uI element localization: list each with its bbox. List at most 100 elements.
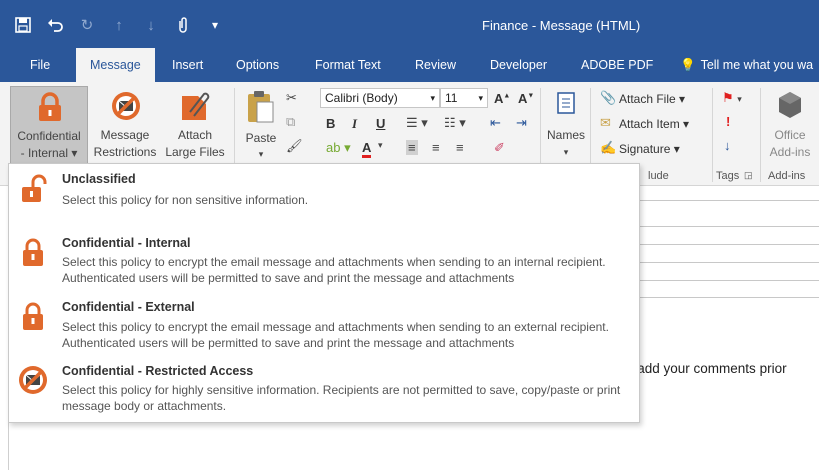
names-caret: ▾ [563,147,569,157]
quick-access-toolbar: ↻ ↑ ↓ ▾ [14,14,224,36]
tab-adobe-pdf[interactable]: ADOBE PDF [581,48,653,82]
header-field-line [640,226,819,227]
message-restrictions-button[interactable]: Message Restrictions [90,86,160,166]
align-center-icon[interactable]: ≡ [432,140,440,155]
bold-icon[interactable]: B [326,116,335,131]
policy-description: Select this policy to encrypt the email … [62,255,606,285]
paste-button[interactable]: Paste ▾ [240,86,282,166]
tell-me-text: Tell me what you wa [700,58,814,72]
padlock-icon [19,236,49,266]
header-field-line [640,280,819,281]
signature-icon: ✍ [600,140,617,155]
undo-icon[interactable] [46,16,64,34]
padlock-icon [19,300,49,330]
clear-formatting-icon[interactable]: ✐ [494,140,505,156]
grow-font-icon[interactable]: A▲ [494,91,510,106]
policy-option-confidential-internal[interactable]: Confidential - Internal Select this poli… [9,226,639,292]
office-addins-label-2: Add-ins [769,145,811,159]
font-size-value: 11 [445,91,458,105]
ribbon-tabs: File Message Insert Options Format Text … [0,48,819,82]
chevron-down-icon[interactable]: ▾ [378,140,383,151]
attach-large-label-1: Attach [177,128,213,142]
font-name-select[interactable]: Calibri (Body) ▾ [320,88,440,108]
policy-option-restricted-access[interactable]: Confidential - Restricted Access Select … [9,356,639,422]
tags-group-label: Tags [716,170,740,182]
font-color-icon[interactable]: A [362,140,372,158]
low-importance-icon[interactable]: ↓ [724,138,731,153]
chevron-down-icon: ▾ [478,93,483,103]
numbering-icon[interactable]: ☷ ▾ [444,115,466,131]
down-arrow-icon[interactable]: ↓ [142,16,160,34]
policy-description: Select this policy for non sensitive inf… [62,193,309,207]
policy-option-confidential-external[interactable]: Confidential - External Select this poli… [9,292,639,356]
dialog-launcher-icon[interactable]: ◲ [744,170,753,181]
clipboard-icon [246,90,276,131]
names-label: Names [546,128,585,142]
header-field-line [640,200,819,201]
tab-developer[interactable]: Developer [490,48,547,82]
high-importance-icon[interactable]: ! [726,114,730,129]
no-envelope-icon [17,364,47,394]
message-restrictions-label-2: Restrictions [93,145,157,159]
save-icon[interactable] [14,16,32,34]
chevron-down-icon: ▾ [430,93,435,103]
attach-file-button[interactable]: Attach File ▾ [619,92,685,106]
confidential-label-1: Confidential [17,129,81,143]
lightbulb-icon: 💡 [680,58,696,72]
attach-file-icon: 📎 [600,90,617,105]
italic-icon[interactable]: I [352,116,357,132]
signature-button[interactable]: Signature ▾ [619,142,680,156]
shrink-font-icon[interactable]: A▼ [518,91,534,106]
no-envelope-icon [110,90,142,127]
tab-file[interactable]: File [30,48,50,82]
policy-title: Confidential - Restricted Access [62,364,254,378]
copy-icon[interactable]: ⧉ [286,114,295,130]
confidential-button[interactable]: Confidential - Internal ▾ [10,86,88,166]
attach-icon[interactable] [174,16,192,34]
customize-qat-icon[interactable]: ▾ [206,16,224,34]
attach-large-files-button[interactable]: Attach Large Files [162,86,228,166]
format-painter-icon[interactable]: 🖌 [286,138,303,154]
confidential-label-2: - Internal ▾ [20,146,78,160]
policy-description: Select this policy for highly sensitive … [62,383,621,413]
ribbon-separator [760,88,761,182]
bullets-icon[interactable]: ☰ ▾ [406,115,428,131]
attach-item-icon: ✉ [600,115,611,130]
title-bar: ↻ ↑ ↓ ▾ Finance - Message (HTML) [0,0,819,48]
tab-options[interactable]: Options [236,48,279,82]
font-size-select[interactable]: 11 ▾ [440,88,488,108]
tell-me-box[interactable]: 💡 Tell me what you wa [680,48,813,82]
flag-icon[interactable]: ⚑ ▾ [722,90,742,106]
tab-format-text[interactable]: Format Text [315,48,381,82]
redo-icon[interactable]: ↻ [78,16,96,34]
up-arrow-icon[interactable]: ↑ [110,16,128,34]
cut-icon[interactable]: ✂ [286,90,297,106]
padlock-icon [36,92,64,127]
policy-title: Unclassified [62,172,136,186]
align-right-icon[interactable]: ≡ [456,140,464,155]
highlight-icon[interactable]: ab ▾ [326,140,351,156]
window-title: Finance - Message (HTML) [482,18,641,33]
names-button[interactable]: Names ▾ [544,86,588,166]
align-left-icon[interactable]: ≡ [406,140,418,155]
header-field-line [640,262,819,263]
policy-title: Confidential - External [62,300,195,314]
increase-indent-icon[interactable]: ⇥ [516,115,527,131]
office-addins-button[interactable]: Office Add-ins [764,86,816,166]
message-body-border [8,415,9,470]
tab-message[interactable]: Message [76,48,155,82]
unlocked-padlock-icon [19,174,49,204]
tab-review[interactable]: Review [415,48,456,82]
office-addins-label-1: Office [774,128,806,142]
policy-description: Select this policy to encrypt the email … [62,320,609,350]
policy-option-unclassified[interactable]: Unclassified Select this policy for non … [9,164,639,226]
underline-icon[interactable]: U [376,116,385,131]
message-restrictions-label-1: Message [100,128,150,142]
tab-insert[interactable]: Insert [172,48,203,82]
message-body-text[interactable]: e add your comments prior [626,361,787,376]
paste-caret[interactable]: ▾ [240,146,282,163]
address-book-icon [556,92,576,119]
attach-item-button[interactable]: Attach Item ▾ [619,117,689,131]
decrease-indent-icon[interactable]: ⇤ [490,115,501,131]
classification-dropdown: Unclassified Select this policy for non … [8,163,640,423]
